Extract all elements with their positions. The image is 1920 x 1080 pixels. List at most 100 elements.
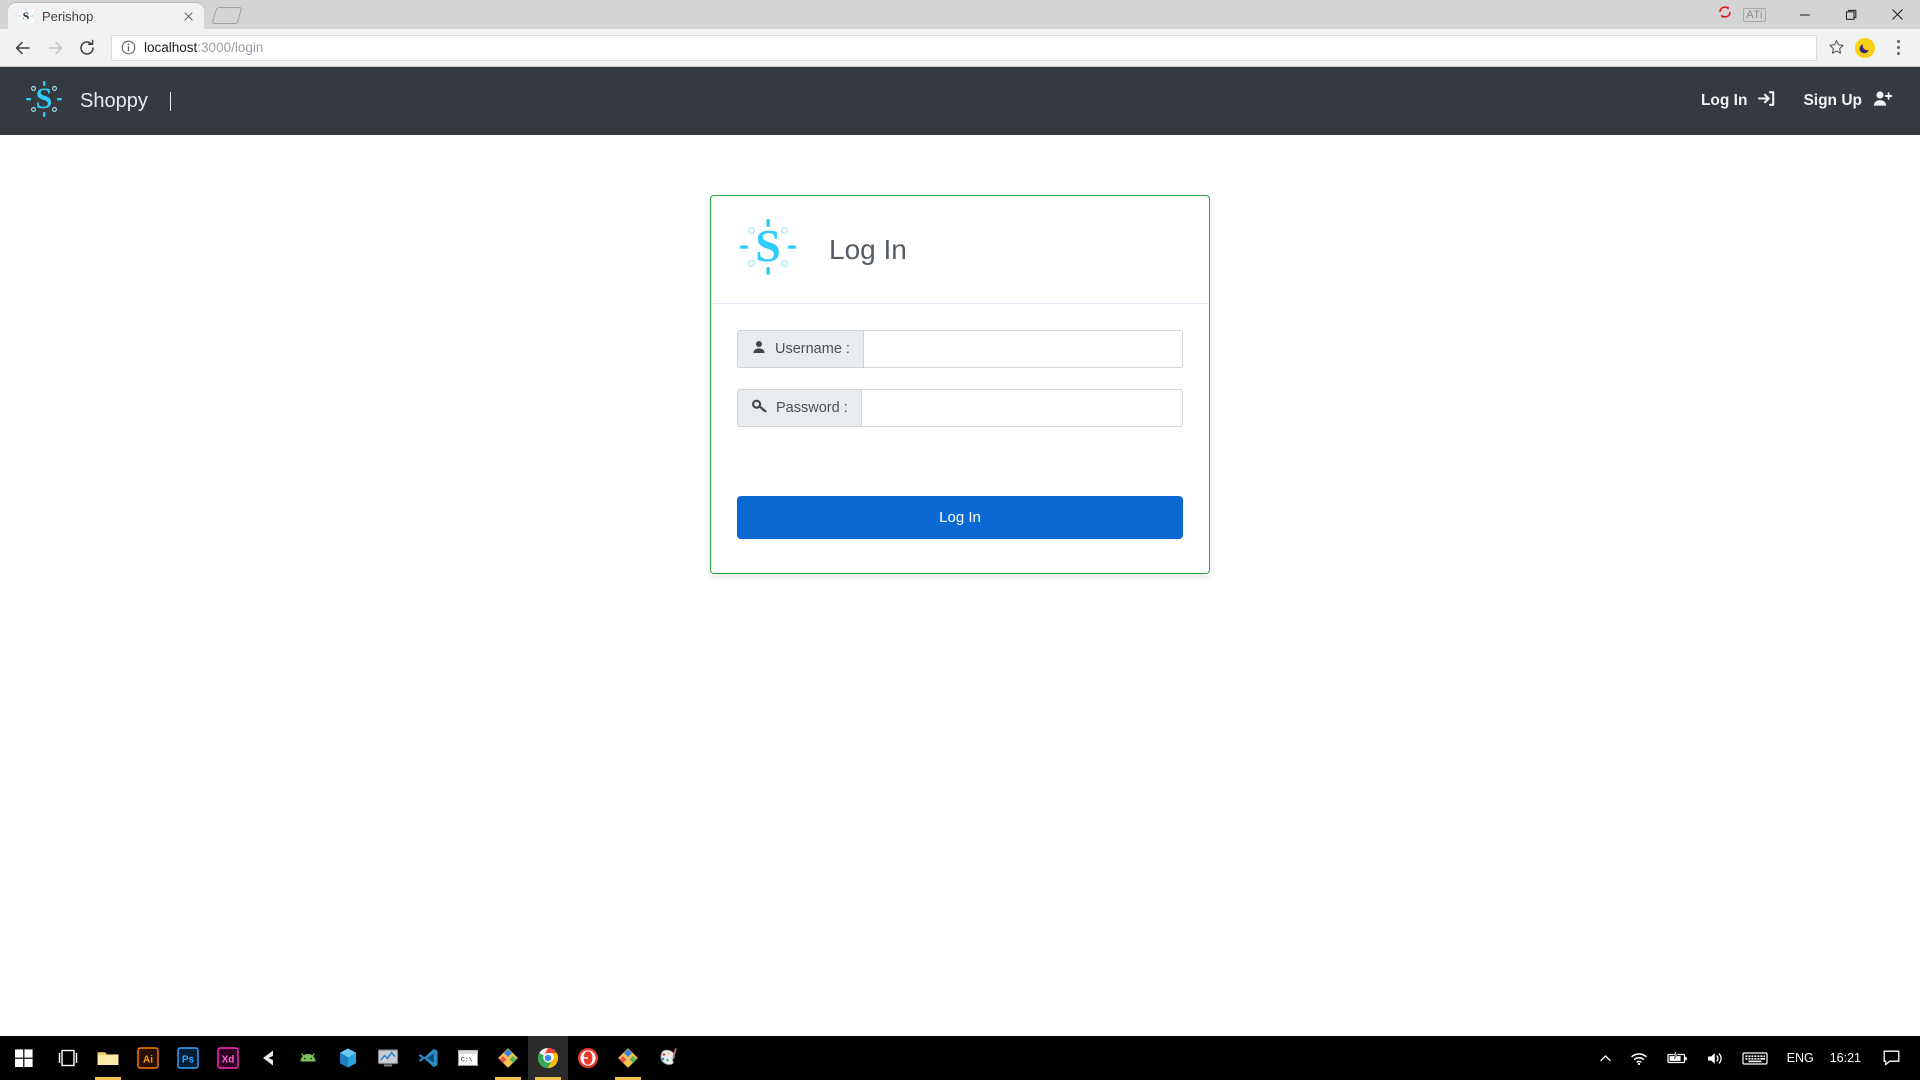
password-label: Password : <box>737 389 861 427</box>
vscode-button[interactable] <box>408 1036 448 1080</box>
android-studio-button[interactable] <box>288 1036 328 1080</box>
chrome-menu-button[interactable] <box>1885 35 1911 61</box>
user-icon <box>752 340 766 358</box>
bookmark-star-icon[interactable] <box>1823 35 1849 61</box>
diamond-app-button[interactable] <box>488 1036 528 1080</box>
paint-app-button[interactable] <box>648 1036 688 1080</box>
svg-text:Xd: Xd <box>222 1055 235 1066</box>
close-window-button[interactable] <box>1874 0 1920 29</box>
svg-text:C:\: C:\ <box>461 1057 473 1064</box>
language-indicator[interactable]: ENG <box>1777 1036 1824 1080</box>
show-hidden-icons-button[interactable] <box>1590 1036 1621 1080</box>
brand-divider <box>169 91 171 111</box>
cmd-icon: C:\ <box>457 1049 479 1067</box>
tab-strip: S Perishop ATi <box>0 0 1920 29</box>
task-view-button[interactable] <box>48 1036 88 1080</box>
android-icon <box>300 1053 316 1062</box>
password-input[interactable] <box>860 389 1183 427</box>
browser-window: S Perishop ATi localhost:3000/login S Sh… <box>0 0 1920 1066</box>
svg-text:S: S <box>23 9 30 23</box>
page-info-icon[interactable] <box>120 40 136 56</box>
adobe-xd-button[interactable]: Xd <box>208 1036 248 1080</box>
folder-icon <box>97 1052 119 1065</box>
diamond-icon <box>618 1048 638 1068</box>
red-circle-icon <box>578 1048 598 1068</box>
login-submit-button[interactable]: Log In <box>737 496 1183 539</box>
paint-palette-icon <box>660 1048 678 1065</box>
windows-taskbar: Ai Ps Xd C:\ ENG 16:21 <box>0 1036 1920 1080</box>
keyboard-icon[interactable] <box>1733 1036 1777 1080</box>
nav-login-link[interactable]: Log In <box>1701 90 1776 112</box>
photoshop-icon: Ps <box>177 1047 199 1069</box>
login-card-title: Log In <box>829 233 907 265</box>
login-card-header: S Log In <box>711 196 1209 304</box>
google-chrome-button[interactable] <box>528 1036 568 1080</box>
menu-dot <box>1896 40 1900 44</box>
system-tray: ENG 16:21 <box>1590 1036 1920 1080</box>
adobe-photoshop-button[interactable]: Ps <box>168 1036 208 1080</box>
close-tab-icon[interactable] <box>180 8 196 24</box>
url-path: :3000/login <box>197 40 264 55</box>
unity-icon <box>263 1050 273 1066</box>
taskbar-clock[interactable]: 16:21 <box>1824 1036 1873 1080</box>
diamond-app-2-button[interactable] <box>608 1036 648 1080</box>
svg-text:Ai: Ai <box>143 1055 153 1066</box>
dark-mode-extension-icon[interactable] <box>1855 37 1875 58</box>
address-bar[interactable]: localhost:3000/login <box>111 34 1817 61</box>
password-field-group: Password : <box>737 389 1183 427</box>
task-manager-button[interactable] <box>368 1036 408 1080</box>
nav-login-label: Log In <box>1700 92 1748 109</box>
forward-button <box>41 34 69 62</box>
volume-icon[interactable] <box>1697 1036 1733 1080</box>
vscode-icon <box>418 1049 438 1067</box>
url-host: localhost <box>144 40 198 55</box>
svg-text:S: S <box>755 220 781 271</box>
key-icon <box>752 399 767 417</box>
file-explorer-button[interactable] <box>88 1036 128 1080</box>
wifi-icon[interactable] <box>1621 1036 1657 1080</box>
browser-tab[interactable]: S Perishop <box>8 3 204 29</box>
login-card: S Log In Username: Password: Log In <box>710 195 1210 574</box>
monitor-chart-icon <box>377 1049 399 1067</box>
username-field-group: Username : <box>737 330 1183 368</box>
taskbar-items: Ai Ps Xd C:\ <box>0 1036 688 1080</box>
notification-icon[interactable] <box>1873 1036 1914 1080</box>
new-tab-icon <box>211 7 243 24</box>
menu-dot <box>1896 51 1900 55</box>
blender-button[interactable] <box>328 1036 368 1080</box>
command-prompt-button[interactable]: C:\ <box>448 1036 488 1080</box>
start-button[interactable] <box>0 1036 48 1080</box>
chrome-icon <box>537 1047 559 1069</box>
menu-dot <box>1896 46 1900 49</box>
shoppy-s-favicon: S <box>18 8 34 24</box>
login-form: Username : Password: Log In <box>711 304 1209 573</box>
username-label-text: Username : <box>775 341 850 357</box>
nav-signup-link[interactable]: Sign Up <box>1803 90 1893 112</box>
url-text: localhost:3000/login <box>144 40 1808 55</box>
navbar-links: Log In Sign Up <box>1701 90 1893 112</box>
maximize-button[interactable] <box>1828 0 1874 29</box>
sign-in-icon <box>1758 90 1775 112</box>
adobe-xd-icon: Xd <box>217 1047 239 1069</box>
back-button[interactable] <box>9 34 37 62</box>
nav-signup-label: Sign Up <box>1803 92 1862 109</box>
battery-charging-icon[interactable] <box>1657 1036 1697 1080</box>
sync-update-icon[interactable] <box>1717 4 1733 25</box>
adobe-illustrator-button[interactable]: Ai <box>128 1036 168 1080</box>
brand-name: Shoppy <box>80 89 148 112</box>
password-label-text: Password : <box>776 400 848 416</box>
minimize-button[interactable] <box>1782 0 1828 29</box>
task-view-icon <box>58 1049 78 1067</box>
opera-gx-button[interactable] <box>568 1036 608 1080</box>
username-input[interactable] <box>863 330 1183 368</box>
login-card-wrapper: S Log In Username: Password: Log In <box>0 135 1920 574</box>
ati-badge[interactable]: ATi <box>1743 7 1766 22</box>
windows-logo-icon <box>15 1049 33 1067</box>
reload-button[interactable] <box>73 34 101 62</box>
username-label: Username : <box>737 330 863 368</box>
user-plus-icon <box>1873 90 1893 112</box>
unity-button[interactable] <box>248 1036 288 1080</box>
cube-icon <box>340 1048 356 1068</box>
new-tab-button[interactable] <box>210 5 244 27</box>
brand-link[interactable]: S Shoppy <box>24 79 148 124</box>
